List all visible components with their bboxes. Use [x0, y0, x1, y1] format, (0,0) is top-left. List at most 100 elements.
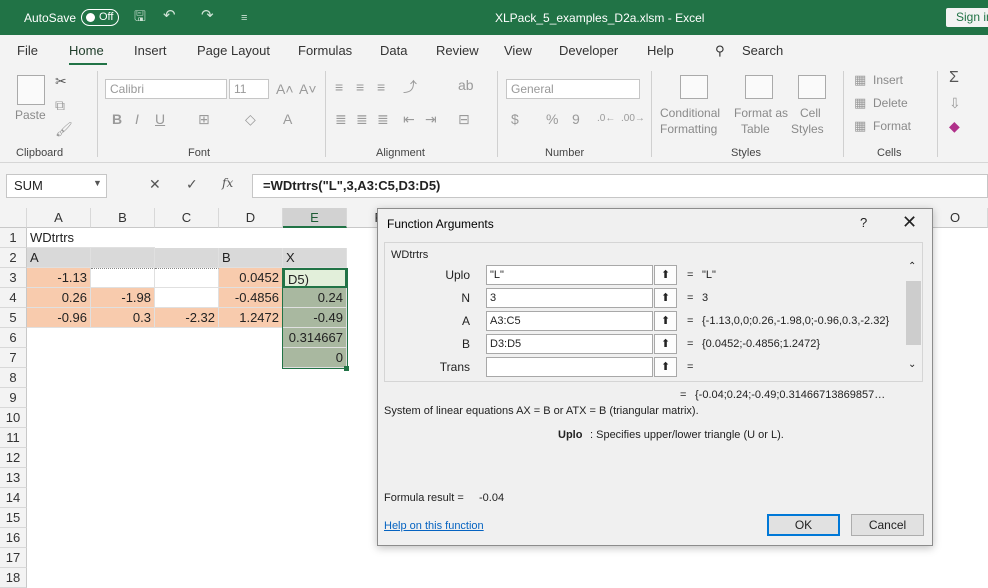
fill-color-icon[interactable]: ◇ [245, 111, 256, 127]
tab-insert[interactable]: Insert [134, 43, 167, 58]
scroll-down-icon[interactable]: ⌄ [908, 359, 916, 370]
row-header[interactable]: 17 [0, 548, 27, 568]
cell-styles-label-1[interactable]: Cell [800, 106, 821, 120]
formula-input[interactable]: =WDtrtrs("L",3,A3:C5,D3:D5) [252, 174, 988, 198]
cell-d4[interactable]: -0.4856 [219, 288, 283, 308]
row-header[interactable]: 15 [0, 508, 27, 528]
tab-home[interactable]: Home [69, 43, 104, 58]
font-color-icon[interactable]: A [283, 111, 292, 127]
cut-icon[interactable]: ✂ [55, 73, 67, 89]
increase-decimal-icon[interactable]: .0← [597, 111, 615, 127]
delete-cells-icon[interactable]: ▦ [854, 95, 866, 111]
percent-icon[interactable]: % [546, 111, 558, 127]
dialog-close-button[interactable]: ✕ [902, 212, 917, 233]
confirm-entry-icon[interactable]: ✓ [186, 176, 198, 193]
autosum-icon[interactable]: Σ [949, 70, 959, 86]
row-header[interactable]: 1 [0, 228, 27, 248]
cancel-entry-icon[interactable]: ✕ [149, 176, 161, 193]
arg-input-b[interactable]: D3:D5 [486, 334, 653, 354]
cancel-button[interactable]: Cancel [851, 514, 924, 536]
cell-styles-icon[interactable] [798, 75, 826, 99]
row-header[interactable]: 7 [0, 348, 27, 368]
cell-b5[interactable]: 0.3 [91, 308, 155, 328]
fill-handle[interactable] [344, 366, 349, 371]
arguments-scrollbar[interactable]: ⌃ ⌄ [904, 261, 922, 377]
bold-icon[interactable]: B [112, 111, 122, 127]
row-header[interactable]: 18 [0, 568, 27, 588]
search-icon[interactable]: ⚲ [715, 43, 725, 59]
align-middle-icon[interactable]: ≡ [356, 79, 364, 95]
cell-b4[interactable]: -1.98 [91, 288, 155, 308]
font-size-combo[interactable]: 11 [229, 79, 269, 99]
tab-file[interactable]: File [17, 43, 38, 58]
insert-function-icon[interactable]: fx [222, 176, 233, 190]
row-header[interactable]: 8 [0, 368, 27, 388]
scrollbar-thumb[interactable] [906, 281, 921, 345]
autosave-toggle[interactable]: Off [81, 9, 119, 26]
row-header[interactable]: 16 [0, 528, 27, 548]
decrease-decimal-icon[interactable]: .00→ [621, 111, 645, 127]
format-as-table-icon[interactable] [745, 75, 773, 99]
row-header[interactable]: 12 [0, 448, 27, 468]
cell-b2[interactable] [91, 248, 155, 268]
conditional-formatting-label-2[interactable]: Formatting [660, 122, 717, 136]
format-painter-icon[interactable]: 🖌 [55, 121, 73, 137]
qat-customize-icon[interactable]: ≡ [241, 11, 247, 25]
paste-label[interactable]: Paste [15, 108, 46, 122]
format-cells-icon[interactable]: ▦ [854, 118, 866, 134]
help-link[interactable]: Help on this function [384, 520, 484, 532]
arg-collapse-a-icon[interactable]: ⬆ [654, 311, 677, 331]
name-box-dropdown-icon[interactable]: ▼ [93, 178, 102, 188]
arg-collapse-b-icon[interactable]: ⬆ [654, 334, 677, 354]
italic-icon[interactable]: I [135, 111, 139, 127]
insert-cells-icon[interactable]: ▦ [854, 72, 866, 88]
cell-a1[interactable]: WDtrtrs [27, 228, 155, 248]
wrap-text-icon[interactable]: ab [458, 77, 474, 93]
delete-cells-label[interactable]: Delete [873, 96, 908, 110]
tab-developer[interactable]: Developer [559, 43, 618, 58]
tab-formulas[interactable]: Formulas [298, 43, 352, 58]
arg-input-a[interactable]: A3:C5 [486, 311, 653, 331]
select-all-corner[interactable] [0, 208, 27, 228]
currency-icon[interactable]: $ [511, 111, 519, 127]
tab-help[interactable]: Help [647, 43, 674, 58]
cell-a5[interactable]: -0.96 [27, 308, 91, 328]
name-box[interactable]: SUM [6, 174, 107, 198]
arg-collapse-n-icon[interactable]: ⬆ [654, 288, 677, 308]
cell-b3[interactable] [91, 268, 155, 288]
tab-view[interactable]: View [504, 43, 532, 58]
orientation-icon[interactable]: ⤴ [403, 79, 417, 95]
clear-icon[interactable]: ◆ [949, 118, 960, 134]
row-header[interactable]: 2 [0, 248, 27, 268]
column-header[interactable]: A [27, 208, 91, 228]
cell-a3[interactable]: -1.13 [27, 268, 91, 288]
format-as-table-label-1[interactable]: Format as [734, 106, 788, 120]
row-header[interactable]: 10 [0, 408, 27, 428]
row-header[interactable]: 6 [0, 328, 27, 348]
scroll-up-icon[interactable]: ⌃ [908, 261, 916, 272]
cell-c4[interactable] [155, 288, 219, 308]
column-header[interactable]: B [91, 208, 155, 228]
row-header[interactable]: 9 [0, 388, 27, 408]
arg-collapse-trans-icon[interactable]: ⬆ [654, 357, 677, 377]
row-header[interactable]: 4 [0, 288, 27, 308]
cell-c5[interactable]: -2.32 [155, 308, 219, 328]
conditional-formatting-icon[interactable] [680, 75, 708, 99]
tab-search[interactable]: Search [742, 43, 783, 58]
row-header[interactable]: 3 [0, 268, 27, 288]
cell-e2[interactable]: X [283, 248, 347, 268]
font-name-combo[interactable]: Calibri [105, 79, 227, 99]
align-right-icon[interactable]: ≣ [377, 111, 389, 127]
copy-icon[interactable]: ⧉ [55, 97, 65, 113]
cell-a2[interactable]: A [27, 248, 91, 268]
paste-icon[interactable] [17, 75, 45, 105]
column-header[interactable]: C [155, 208, 219, 228]
align-top-icon[interactable]: ≡ [335, 79, 343, 95]
decrease-indent-icon[interactable]: ⇤ [403, 111, 415, 127]
tab-data[interactable]: Data [380, 43, 407, 58]
cell-c3[interactable] [155, 268, 219, 288]
sign-in-button[interactable]: Sign in [946, 8, 988, 27]
number-format-combo[interactable]: General [506, 79, 640, 99]
row-header[interactable]: 14 [0, 488, 27, 508]
redo-icon[interactable]: ↷ [201, 8, 214, 23]
